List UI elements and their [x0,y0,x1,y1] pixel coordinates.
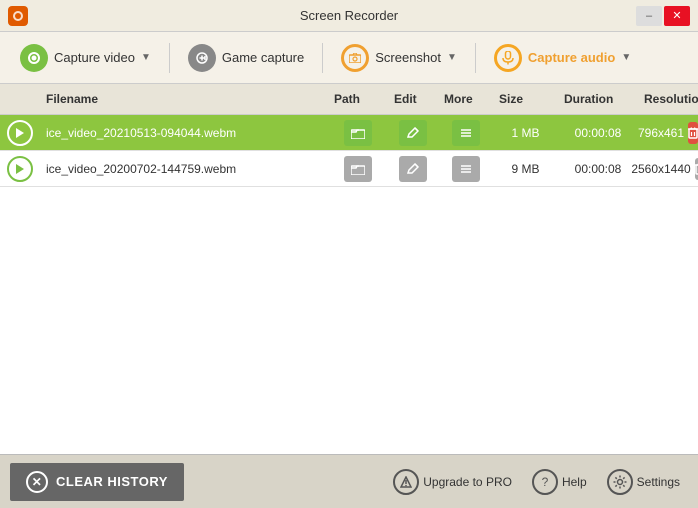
capture-video-chevron: ▼ [141,52,151,63]
upgrade-button[interactable]: Upgrade to PRO [385,463,520,501]
capture-audio-icon [494,44,522,72]
resolution-2: 2560x1440 [631,162,690,176]
toolbar-sep-1 [169,43,170,73]
game-capture-label: Game capture [222,50,304,65]
settings-label: Settings [637,475,680,489]
screenshot-label: Screenshot [375,50,441,65]
more-cell-1[interactable] [438,116,493,150]
titlebar: Screen Recorder – ✕ [0,0,698,32]
filename-cell-1: ice_video_20210513-094044.webm [40,122,328,144]
path-button-1[interactable] [344,120,372,146]
play-cell-2[interactable] [0,152,40,186]
play-button-1[interactable] [7,120,33,146]
capture-audio-button[interactable]: Capture audio ▼ [484,38,641,78]
header-more: More [438,92,493,106]
toolbar-sep-3 [475,43,476,73]
recordings-table: Filename Path Edit More Size Duration Re… [0,84,698,454]
capture-video-button[interactable]: Capture video ▼ [10,38,161,78]
window-title: Screen Recorder [300,8,398,23]
table-row: ice_video_20210513-094044.webm [0,115,698,151]
minimize-button[interactable]: – [636,6,662,26]
header-resolution: Resolution [638,92,698,106]
header-edit: Edit [388,92,438,106]
header-path: Path [328,92,388,106]
edit-button-2[interactable] [399,156,427,182]
filename-2: ice_video_20200702-144759.webm [46,162,236,176]
duration-2: 00:00:08 [575,162,622,176]
resolution-cell-2: 2560x1440 [638,154,698,184]
table-header: Filename Path Edit More Size Duration Re… [0,84,698,115]
play-button-2[interactable] [7,156,33,182]
capture-video-label: Capture video [54,50,135,65]
filename-1: ice_video_20210513-094044.webm [46,126,236,140]
path-button-2[interactable] [344,156,372,182]
filename-cell-2: ice_video_20200702-144759.webm [40,158,328,180]
delete-button-1[interactable] [688,122,698,144]
capture-audio-label: Capture audio [528,50,615,65]
upgrade-icon [393,469,419,495]
size-cell-1: 1 MB [493,122,558,144]
more-button-1[interactable] [452,120,480,146]
edit-cell-1[interactable] [388,116,438,150]
edit-button-1[interactable] [399,120,427,146]
path-cell-2[interactable] [328,152,388,186]
capture-audio-chevron: ▼ [621,52,631,63]
game-capture-button[interactable]: Game capture [178,38,314,78]
size-cell-2: 9 MB [493,158,558,180]
screenshot-chevron: ▼ [447,52,457,63]
header-duration: Duration [558,92,638,106]
app-icon [8,6,28,26]
game-capture-icon [188,44,216,72]
header-filename: Filename [40,92,328,106]
footer: ✕ CLEAR HISTORY Upgrade to PRO ? Help [0,454,698,508]
clear-history-button[interactable]: ✕ CLEAR HISTORY [10,463,184,501]
capture-video-icon [20,44,48,72]
window-controls: – ✕ [636,6,690,26]
settings-button[interactable]: Settings [599,463,688,501]
play-cell-1[interactable] [0,116,40,150]
duration-cell-1: 00:00:08 [558,122,638,144]
toolbar-sep-2 [322,43,323,73]
close-button[interactable]: ✕ [664,6,690,26]
size-2: 9 MB [511,162,539,176]
help-button[interactable]: ? Help [524,463,595,501]
clear-history-label: CLEAR HISTORY [56,474,168,489]
settings-icon [607,469,633,495]
header-size: Size [493,92,558,106]
clear-history-icon: ✕ [26,471,48,493]
edit-cell-2[interactable] [388,152,438,186]
duration-cell-2: 00:00:08 [558,158,638,180]
more-button-2[interactable] [452,156,480,182]
size-1: 1 MB [511,126,539,140]
resolution-1: 796x461 [638,126,684,140]
more-cell-2[interactable] [438,152,493,186]
screenshot-button[interactable]: Screenshot ▼ [331,38,467,78]
header-play [0,92,40,106]
toolbar: Capture video ▼ Game capture Screenshot … [0,32,698,84]
footer-actions: Upgrade to PRO ? Help Settings [385,463,688,501]
titlebar-left [8,6,28,26]
resolution-cell-1: 796x461 [638,118,698,148]
upgrade-label: Upgrade to PRO [423,475,512,489]
duration-1: 00:00:08 [575,126,622,140]
help-icon: ? [532,469,558,495]
table-row: ice_video_20200702-144759.webm [0,151,698,187]
path-cell-1[interactable] [328,116,388,150]
screenshot-icon [341,44,369,72]
help-label: Help [562,475,587,489]
